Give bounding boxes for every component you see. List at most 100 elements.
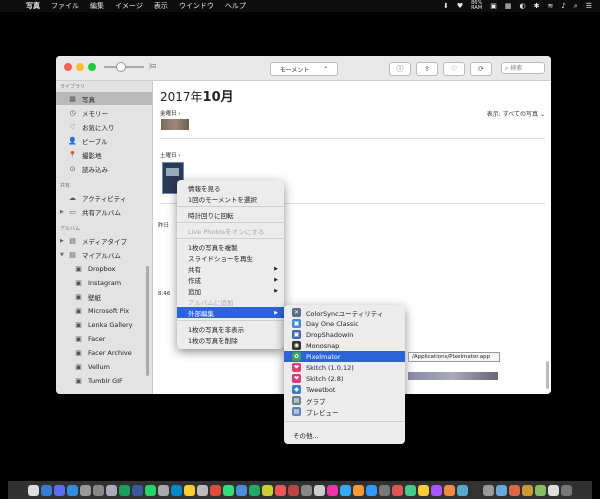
dock-app-icon[interactable]	[93, 484, 104, 496]
submenu-item-monosnap[interactable]: ◉ Monosnap	[284, 340, 405, 351]
menu-item-hide[interactable]: 1枚の写真を非表示	[177, 323, 284, 334]
sidebar-item-memories[interactable]: ◷ メモリー	[56, 106, 152, 119]
sidebar-item-people[interactable]: 👤 ピープル	[56, 134, 152, 147]
menu-item-get-info[interactable]: 情報を見る	[177, 182, 284, 193]
screen-status-icon[interactable]: ▣	[490, 2, 497, 10]
submenu-item-preview[interactable]: ▤ プレビュー	[284, 406, 405, 417]
menu-item-create[interactable]: 作成 ▶	[177, 274, 284, 285]
menu-item-duplicate[interactable]: 1枚の写真を複製	[177, 241, 284, 252]
sidebar-item-media-types[interactable]: ▶ ▤ メディアタイプ	[56, 234, 152, 247]
submenu-item-other[interactable]: その他...	[284, 429, 405, 440]
dock-app-icon[interactable]	[470, 484, 481, 496]
submenu-item-colorsync[interactable]: ✕ ColorSyncユーティリティ	[284, 307, 405, 318]
sidebar-item-photos[interactable]: ▦ 写真	[56, 92, 152, 105]
dock-app-icon[interactable]	[392, 484, 403, 496]
submenu-item-tweetbot[interactable]: ◆ Tweetbot	[284, 384, 405, 395]
menu-app-photos[interactable]: 写真	[26, 1, 40, 11]
dock-app-icon[interactable]	[405, 484, 416, 496]
download-status-icon[interactable]: ⬇	[443, 2, 449, 10]
dock-app-icon[interactable]	[210, 484, 221, 496]
menu-edit[interactable]: 編集	[90, 1, 104, 11]
dock-app-icon[interactable]	[366, 484, 377, 496]
submenu-item-pixelmator[interactable]: ✿ Pixelmator	[284, 351, 405, 362]
disclosure-open-icon[interactable]: ▼	[60, 252, 64, 258]
sidebar-item-shared-albums[interactable]: ▶ ▭ 共有アルバム	[56, 205, 152, 218]
heart-status-icon[interactable]: ♥	[457, 2, 463, 10]
menu-window[interactable]: ウインドウ	[179, 1, 214, 11]
submenu-item-grab[interactable]: ▤ グラブ	[284, 395, 405, 406]
timer-status-icon[interactable]: ◐	[519, 2, 525, 10]
dock-app-icon[interactable]	[80, 484, 91, 496]
wifi-icon[interactable]: ≋	[547, 2, 553, 10]
menu-item-slideshow[interactable]: スライドショーを再生	[177, 252, 284, 263]
dock-app-icon[interactable]	[535, 484, 546, 496]
menu-item-select-moment[interactable]: 1回のモーメントを選択	[177, 193, 284, 204]
volume-icon[interactable]: ♪	[561, 2, 565, 10]
sidebar-album-dropbox[interactable]: ▣ Dropbox	[56, 262, 152, 275]
dock-app-icon[interactable]	[262, 484, 273, 496]
dock-app-icon[interactable]	[548, 484, 559, 496]
dock-app-icon[interactable]	[249, 484, 260, 496]
dock-app-icon[interactable]	[67, 484, 78, 496]
dock-app-icon[interactable]	[327, 484, 338, 496]
dock-app-icon[interactable]	[223, 484, 234, 496]
dock-app-icon[interactable]	[431, 484, 442, 496]
moment-heading-friday[interactable]: 金曜日 ›	[160, 109, 180, 117]
dock-app-icon[interactable]	[314, 484, 325, 496]
dock-app-icon[interactable]	[184, 484, 195, 496]
grid-status-icon[interactable]: ▦	[505, 2, 512, 10]
menu-image[interactable]: イメージ	[115, 1, 143, 11]
submenu-item-skitch-1[interactable]: ❤ Skitch (1.0.12)	[284, 362, 405, 373]
notification-center-icon[interactable]: ☰	[586, 2, 592, 10]
submenu-item-dropshadowin[interactable]: ▣ DropShadowIn	[284, 329, 405, 340]
disclosure-triangle-icon[interactable]: ▶	[60, 238, 64, 244]
submenu-item-skitch-2[interactable]: ❤ Skitch (2.8)	[284, 373, 405, 384]
menu-item-rotate-clockwise[interactable]: 時計回りに回転	[177, 209, 284, 220]
favorite-button[interactable]: ♡	[443, 62, 465, 76]
dock-app-icon[interactable]	[522, 484, 533, 496]
minimize-button[interactable]	[76, 63, 84, 71]
view-selector[interactable]: モーメント ⌃	[270, 62, 338, 76]
menu-item-delete[interactable]: 1枚の写真を削除	[177, 334, 284, 345]
dock-app-icon[interactable]	[28, 484, 39, 496]
dock-app-icon[interactable]	[197, 484, 208, 496]
submenu-item-day-one[interactable]: ▣ Day One Classic	[284, 318, 405, 329]
close-button[interactable]	[64, 63, 72, 71]
search-field[interactable]: ⌕ 検索	[501, 62, 545, 74]
menu-help[interactable]: ヘルプ	[225, 1, 246, 11]
sidebar-scrollbar[interactable]	[146, 266, 149, 376]
sidebar-album-wallpaper[interactable]: ▣ 壁紙	[56, 290, 152, 303]
sidebar-album-microsoft-pix[interactable]: ▣ Microsoft Pix	[56, 304, 152, 317]
info-button[interactable]: ⓘ	[389, 62, 411, 76]
dock-app-icon[interactable]	[353, 484, 364, 496]
moment-heading-yesterday[interactable]: 昨日	[158, 221, 169, 229]
dock-app-icon[interactable]	[483, 484, 494, 496]
moment-heading-time[interactable]: 8:46	[158, 291, 170, 297]
menu-item-share[interactable]: 共有 ▶	[177, 263, 284, 274]
sidebar-item-my-albums[interactable]: ▼ ▤ マイアルバム	[56, 248, 152, 261]
dock-app-icon[interactable]	[236, 484, 247, 496]
spotlight-icon[interactable]: ⌕	[574, 2, 578, 11]
main-scrollbar[interactable]	[546, 361, 549, 389]
dock-app-icon[interactable]	[418, 484, 429, 496]
photo-strip[interactable]	[408, 372, 498, 380]
dock-app-icon[interactable]	[119, 484, 130, 496]
disclosure-triangle-icon[interactable]: ▶	[60, 209, 64, 215]
dock-app-icon[interactable]	[457, 484, 468, 496]
dock-app-icon[interactable]	[301, 484, 312, 496]
sidebar-item-imports[interactable]: ⊙ 読み込み	[56, 162, 152, 175]
sidebar-album-facer[interactable]: ▣ Facer	[56, 332, 152, 345]
menu-item-edit-with[interactable]: 外部編集 ▶	[177, 307, 284, 318]
dock-app-icon[interactable]	[340, 484, 351, 496]
menu-item-add[interactable]: 追加 ▶	[177, 285, 284, 296]
dock-app-icon[interactable]	[132, 484, 143, 496]
dock-app-icon[interactable]	[145, 484, 156, 496]
dock-app-icon[interactable]	[171, 484, 182, 496]
rotate-button[interactable]: ⟳	[470, 62, 492, 76]
sidebar-item-places[interactable]: 📍 撮影地	[56, 148, 152, 161]
dock-app-icon[interactable]	[158, 484, 169, 496]
sidebar-album-lenka-gallery[interactable]: ▣ Lenka Gallery	[56, 318, 152, 331]
zoom-slider-knob[interactable]	[116, 62, 126, 72]
sidebar-album-instagram[interactable]: ▣ Instagram	[56, 276, 152, 289]
bluetooth-icon[interactable]: ✱	[534, 2, 540, 10]
